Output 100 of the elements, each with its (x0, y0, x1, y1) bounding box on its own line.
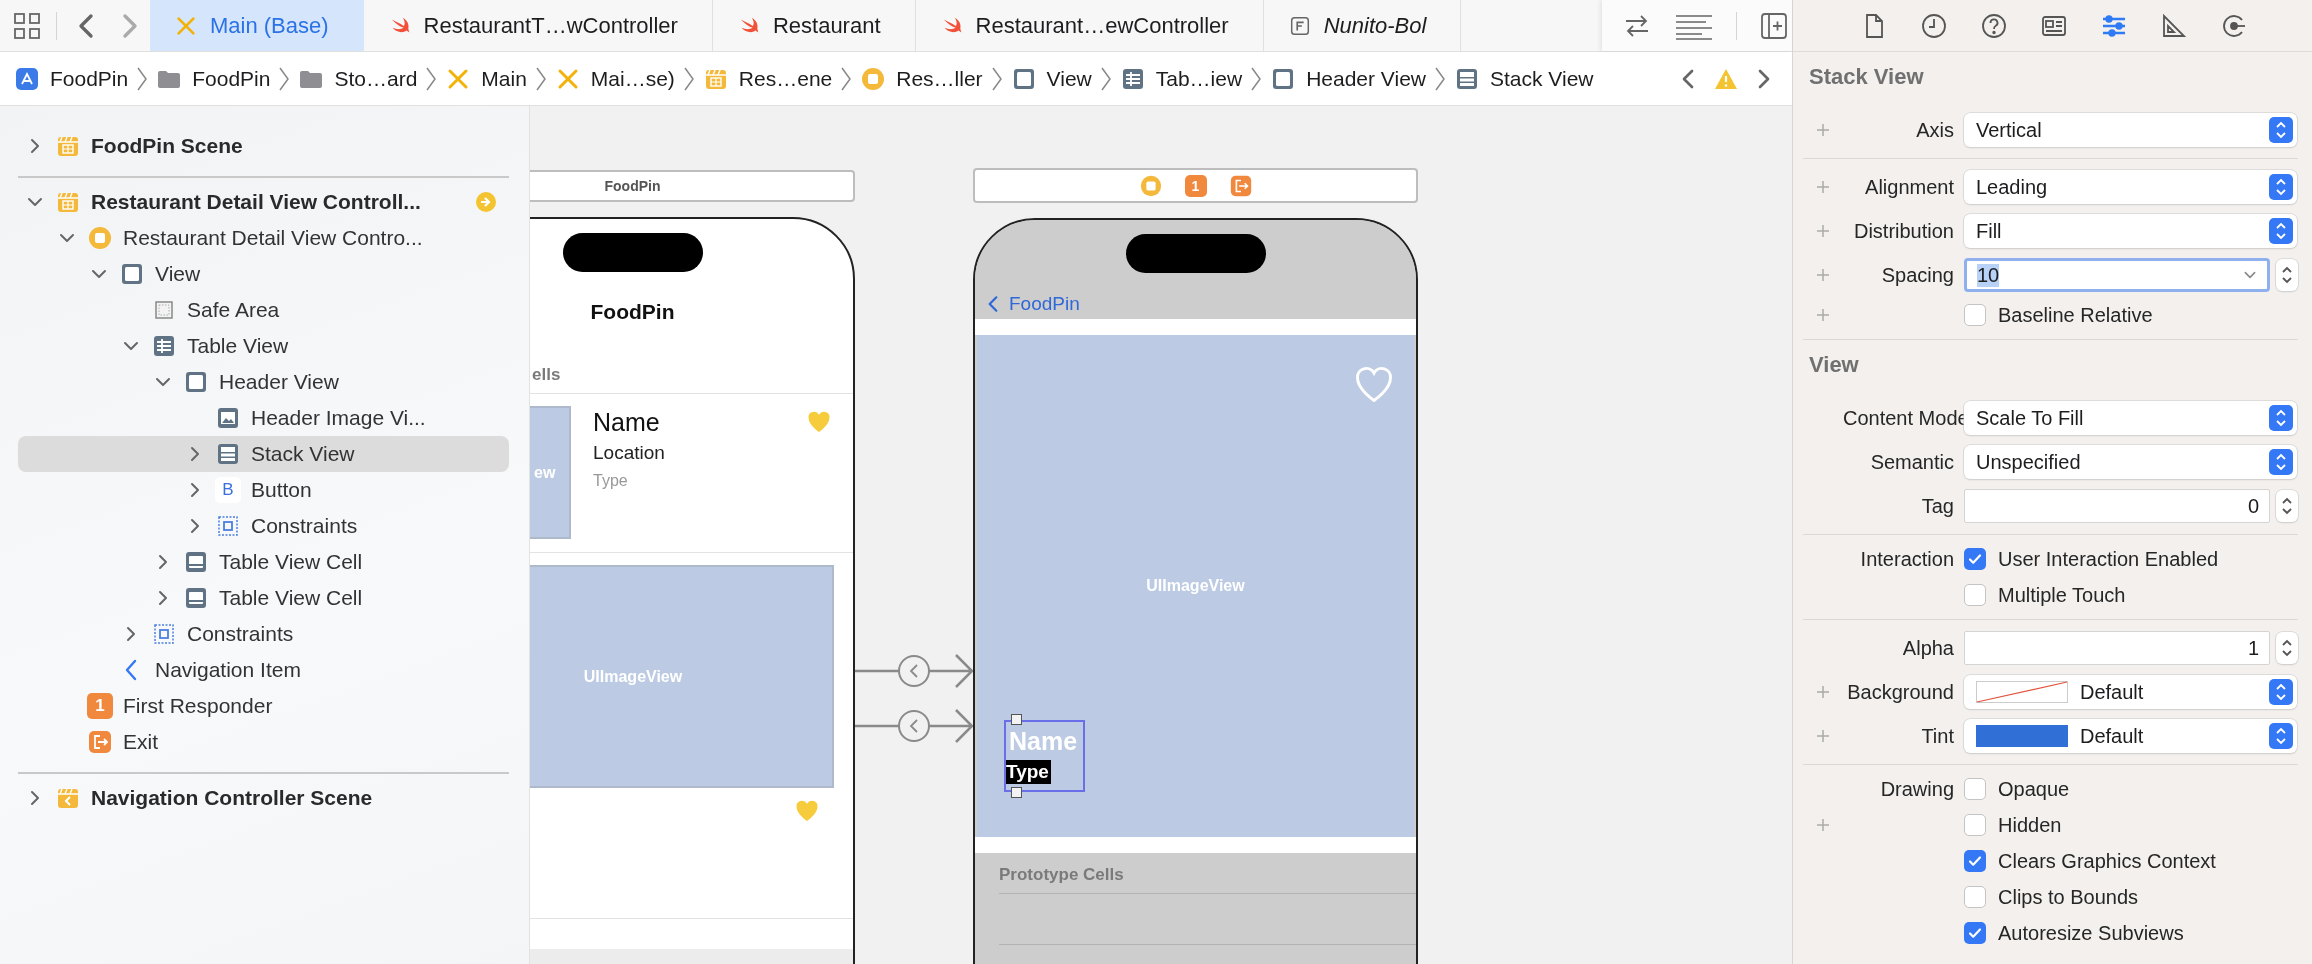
outline-item[interactable]: Table View Cell (18, 544, 509, 580)
breadcrumb-item[interactable]: Main (445, 65, 527, 92)
table-icon (151, 333, 177, 359)
popup-arrows-icon[interactable] (2274, 681, 2288, 703)
editor-tab[interactable]: Nunito-Bol (1263, 0, 1462, 51)
checkbox-label[interactable]: Baseline Relative (1998, 303, 2153, 327)
stepper-arrows-icon[interactable] (2280, 495, 2294, 517)
outline-item[interactable]: View (18, 256, 509, 292)
constraints-icon (151, 621, 177, 647)
breadcrumb-item[interactable]: FoodPin (14, 65, 129, 92)
outline-item[interactable]: Constraints (18, 508, 509, 544)
popup-arrows-icon[interactable] (2274, 119, 2288, 141)
resize-handle[interactable] (1011, 714, 1022, 725)
add-editor-icon[interactable] (1759, 10, 1789, 41)
stepper-arrows-icon[interactable] (2280, 264, 2294, 286)
breadcrumb-item[interactable]: FoodPin (156, 65, 271, 92)
app-icon (14, 65, 40, 92)
number-field[interactable]: 0 (1964, 489, 2270, 523)
popup-button[interactable]: Scale To Fill (1964, 401, 2297, 435)
number-field[interactable]: 1 (1964, 631, 2270, 665)
popup-button[interactable]: Fill (1964, 214, 2297, 248)
checkmark-icon (1967, 853, 1983, 869)
checkmark-icon (1967, 551, 1983, 567)
exit-icon (1228, 173, 1253, 198)
checkbox[interactable] (1964, 886, 1986, 908)
popup-button[interactable]: Unspecified (1964, 445, 2297, 479)
checkbox[interactable] (1964, 778, 1986, 800)
breadcrumb-item[interactable]: Mai…se) (554, 65, 675, 92)
checkbox[interactable] (1964, 584, 1986, 606)
breadcrumb-item[interactable]: Res…ene (702, 65, 833, 92)
field-label: Tint (1921, 724, 1954, 747)
section-header: Prototype Cells (999, 857, 1416, 894)
outline-item[interactable]: 1 First Responder (18, 688, 509, 724)
popup-button[interactable]: Leading (1964, 170, 2297, 204)
breadcrumb-item[interactable]: View (1010, 65, 1092, 92)
editor-tab[interactable]: Main (Base) (150, 0, 364, 51)
section-title: Stack View (1808, 63, 1925, 91)
button-icon: B (215, 477, 241, 503)
popup-arrows-icon[interactable] (2274, 451, 2288, 473)
image-view-icon (215, 405, 241, 431)
outline-item[interactable]: Restaurant Detail View Contro... (18, 220, 509, 256)
popup-arrows-icon[interactable] (2274, 220, 2288, 242)
checkbox[interactable] (1964, 304, 1986, 326)
color-popup-button[interactable]: Default (1964, 675, 2297, 709)
checkbox-label[interactable]: Opaque (1998, 777, 2070, 801)
editor-tab[interactable]: RestaurantT…wController (363, 0, 713, 51)
stepper[interactable] (2276, 259, 2298, 291)
outline-item[interactable]: Navigation Item (18, 652, 509, 688)
popup-arrows-icon[interactable] (2274, 176, 2288, 198)
image-placeholder-label: UIImageView (583, 667, 683, 686)
color-popup-button[interactable]: Default (1964, 719, 2297, 753)
editor-tab[interactable]: Restaurant (712, 0, 916, 51)
image-placeholder-label: UIImageView (1146, 577, 1245, 595)
outline-item[interactable]: Table View (18, 328, 509, 364)
checkmark-icon (1967, 925, 1983, 941)
outline-item[interactable]: Exit (18, 724, 509, 760)
outline-item[interactable]: Table View Cell (18, 580, 509, 616)
scene-title-bar[interactable]: FoodPin (530, 170, 855, 202)
outline-item[interactable]: Safe Area (18, 292, 509, 328)
popup-arrows-icon[interactable] (2274, 407, 2288, 429)
outline-item[interactable]: Header View (18, 364, 509, 400)
checkbox[interactable] (1964, 850, 1986, 872)
outline-item[interactable]: Constraints (18, 616, 509, 652)
outline-item[interactable]: FoodPin Scene (18, 128, 509, 164)
section-header: ells (530, 357, 853, 394)
checkbox-label[interactable]: Autoresize Subviews (1998, 921, 2184, 945)
name-label: Name (593, 407, 661, 438)
first-responder-icon: 1 (87, 693, 113, 719)
popup-button[interactable]: Vertical (1964, 113, 2297, 147)
checkbox-label[interactable]: Clears Graphics Context (1998, 849, 2216, 873)
outline-item[interactable]: B Button (18, 472, 509, 508)
type-label: Type (593, 471, 629, 491)
outline-item[interactable]: Stack View (18, 436, 509, 472)
stepper[interactable] (2276, 632, 2298, 664)
checkbox-label[interactable]: Multiple Touch (1998, 583, 2126, 607)
outline-item[interactable]: Navigation Controller Scene (18, 780, 509, 816)
editor-tab[interactable]: Restaurant…ewController (915, 0, 1264, 51)
outline-item[interactable]: Restaurant Detail View Controll... (18, 184, 509, 220)
checkbox[interactable] (1964, 814, 1986, 836)
breadcrumb-item[interactable]: Tab…iew (1119, 65, 1243, 92)
grid-icon[interactable] (12, 10, 42, 41)
image-placeholder-label: ew (534, 463, 556, 482)
stepper[interactable] (2276, 490, 2298, 522)
checkbox-label[interactable]: Clips to Bounds (1998, 885, 2139, 909)
breadcrumb-item[interactable]: Header View (1270, 65, 1426, 92)
resize-handle[interactable] (1011, 787, 1022, 798)
stepper-arrows-icon[interactable] (2280, 637, 2294, 659)
checkbox-label[interactable]: User Interaction Enabled (1998, 547, 2219, 571)
checkbox[interactable] (1964, 922, 1986, 944)
field-label: Interaction (1860, 547, 1954, 570)
breadcrumb-item[interactable]: Res…ller (860, 65, 983, 92)
outline-item[interactable]: Header Image Vi... (18, 400, 509, 436)
breadcrumb-item[interactable]: Stack View (1454, 65, 1594, 92)
navigation-title: FoodPin (590, 300, 675, 324)
combo-box[interactable]: 10 (1964, 258, 2270, 292)
checkbox[interactable] (1964, 548, 1986, 570)
popup-arrows-icon[interactable] (2274, 725, 2288, 747)
breadcrumb-item[interactable]: Sto…ard (298, 65, 418, 92)
checkbox-label[interactable]: Hidden (1998, 813, 2062, 837)
table-row[interactable]: ew Name Location Type (530, 394, 853, 553)
